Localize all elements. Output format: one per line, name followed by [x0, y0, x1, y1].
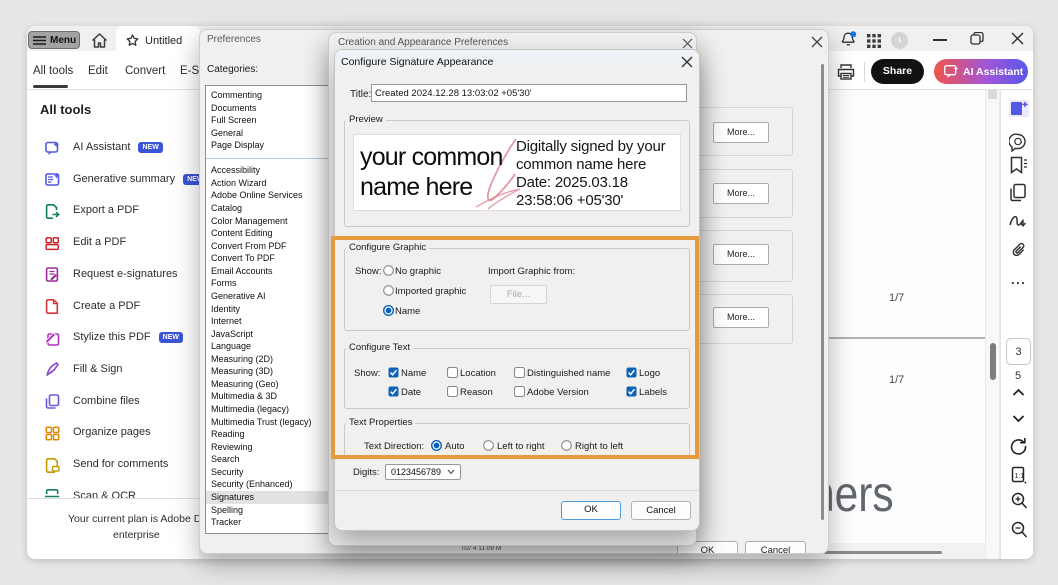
svg-text:1:1: 1:1 [1015, 473, 1025, 480]
